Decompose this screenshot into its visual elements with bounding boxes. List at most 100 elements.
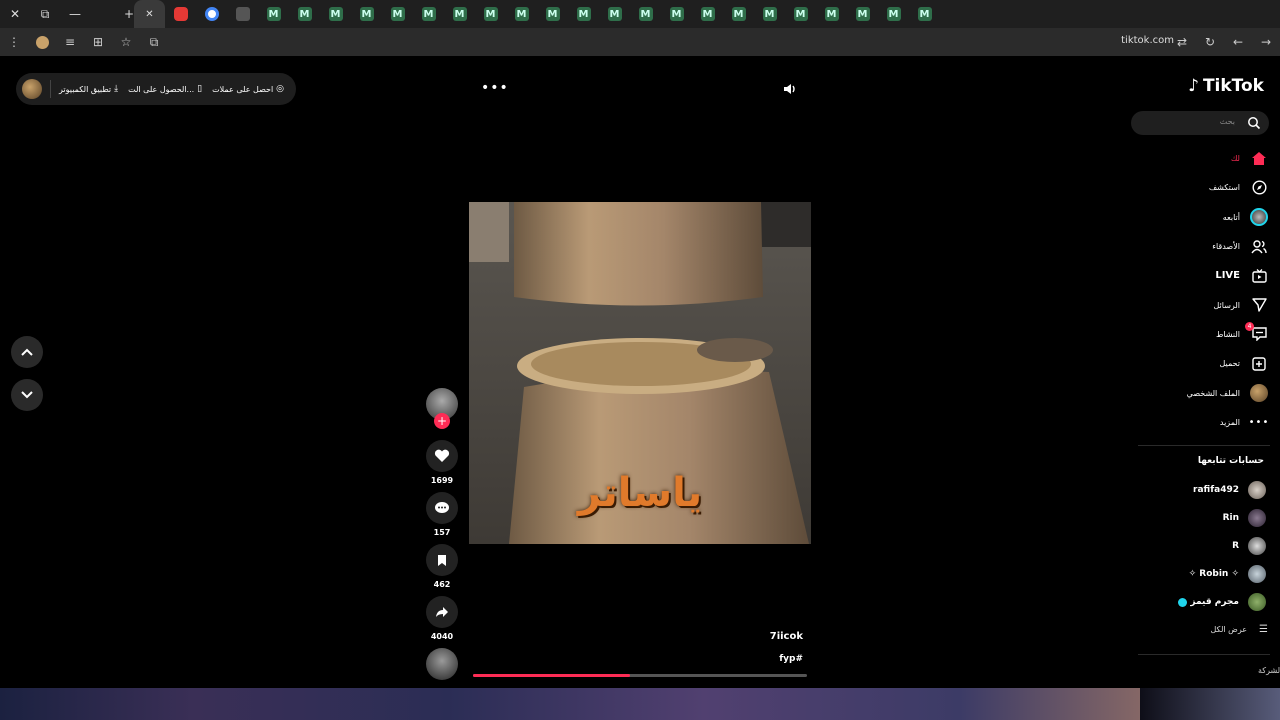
- browser-tab[interactable]: M: [351, 0, 382, 28]
- sidebar-item-profile-avatar[interactable]: الملف الشخصي: [1118, 378, 1268, 407]
- following-account-name: ✧ Robin ✧: [1188, 569, 1239, 579]
- sidebar-item-more[interactable]: المزيد •••: [1118, 408, 1268, 437]
- browser-tab[interactable]: M: [692, 0, 723, 28]
- forward-icon[interactable]: →: [1252, 28, 1280, 56]
- browser-tab[interactable]: M: [258, 0, 289, 28]
- browser-tab[interactable]: M: [630, 0, 661, 28]
- browser-tab[interactable]: M: [847, 0, 878, 28]
- following-account[interactable]: R: [1126, 532, 1266, 560]
- share-button[interactable]: [426, 596, 458, 628]
- desktop-app-label: تطبيق الكمبيوتر: [59, 84, 112, 94]
- search-placeholder: بحث: [1219, 117, 1235, 126]
- video-hashtags[interactable]: fyp#: [779, 654, 803, 664]
- sidebar-item-friends[interactable]: الأصدقاء: [1118, 232, 1268, 261]
- browser-tab[interactable]: M: [382, 0, 413, 28]
- search-icon[interactable]: [1247, 116, 1261, 130]
- more-options-icon[interactable]: •••: [481, 80, 509, 96]
- chevron-up-icon: [21, 348, 33, 356]
- new-tab-button[interactable]: +: [90, 0, 134, 28]
- top-actions-bar: تطبيق الكمبيوتر ⤓ الحصول على الت... ▯ اح…: [16, 73, 296, 105]
- chevron-down-icon: [21, 391, 33, 399]
- browser-tab[interactable]: M: [568, 0, 599, 28]
- video-progress-bar[interactable]: [473, 674, 807, 677]
- browser-tab[interactable]: M: [289, 0, 320, 28]
- browser-tab[interactable]: M: [444, 0, 475, 28]
- browser-tab[interactable]: M: [475, 0, 506, 28]
- previous-video-button[interactable]: [11, 336, 43, 368]
- sidebar-item-label: تحميل: [1219, 359, 1241, 369]
- bookmark-button[interactable]: [426, 544, 458, 576]
- sidebar-item-compass[interactable]: استكشف: [1118, 173, 1268, 202]
- follow-plus-button[interactable]: +: [434, 413, 450, 429]
- sound-icon[interactable]: [782, 82, 798, 96]
- next-video-button[interactable]: [11, 379, 43, 411]
- video-author[interactable]: 7iicok: [770, 631, 803, 642]
- following-account[interactable]: ✧ Robin ✧: [1126, 560, 1266, 588]
- tiktok-logo[interactable]: ♪ TikTok: [1188, 76, 1264, 96]
- browser-tab[interactable]: M: [599, 0, 630, 28]
- following-account-name: rafifa492: [1193, 485, 1239, 495]
- sidebar-item-label: الملف الشخصي: [1186, 388, 1240, 398]
- see-all-button[interactable]: عرض الكل ☰: [1210, 624, 1268, 635]
- get-app-button[interactable]: الحصول على الت... ▯: [128, 84, 202, 94]
- m-favicon-icon: M: [762, 7, 777, 21]
- sidebar-item-following-avatar[interactable]: أتابعه: [1118, 203, 1268, 232]
- sidebar-item-upload[interactable]: تحميل: [1118, 349, 1268, 378]
- browser-tab[interactable]: M: [413, 0, 444, 28]
- browser-tab[interactable]: M: [909, 0, 940, 28]
- browser-tab[interactable]: M: [754, 0, 785, 28]
- browser-tab[interactable]: M: [816, 0, 847, 28]
- url-text[interactable]: tiktok.com: [1121, 35, 1174, 46]
- back-icon[interactable]: ←: [1224, 28, 1252, 56]
- browser-tab[interactable]: M: [506, 0, 537, 28]
- close-tab-icon[interactable]: ✕: [145, 9, 153, 20]
- search-input[interactable]: بحث: [1131, 111, 1269, 135]
- browser-tab[interactable]: [227, 0, 258, 28]
- live-icon: [1250, 267, 1268, 285]
- browser-tab[interactable]: M: [320, 0, 351, 28]
- share-count: 4040: [430, 632, 454, 641]
- browser-tab[interactable]: M: [878, 0, 909, 28]
- tiktok-page: تطبيق الكمبيوتر ⤓ الحصول على الت... ▯ اح…: [0, 56, 1280, 688]
- restore-window-icon[interactable]: ⧉: [30, 0, 60, 28]
- browser-tab[interactable]: M: [723, 0, 754, 28]
- browser-tab[interactable]: [165, 0, 196, 28]
- company-link[interactable]: الشركة: [1258, 666, 1280, 675]
- bookmark-star-icon[interactable]: ☆: [112, 28, 140, 56]
- home-icon: [1250, 150, 1268, 168]
- more-icon: •••: [1248, 416, 1270, 428]
- browser-tab[interactable]: M: [661, 0, 692, 28]
- sidebar-item-home[interactable]: لك: [1118, 144, 1268, 173]
- browser-tab[interactable]: M: [537, 0, 568, 28]
- reading-list-icon[interactable]: ≡: [56, 28, 84, 56]
- like-button[interactable]: [426, 440, 458, 472]
- user-avatar[interactable]: [22, 79, 42, 99]
- sidebar-item-send[interactable]: الرسائل: [1118, 290, 1268, 319]
- comment-icon: [435, 502, 449, 513]
- profile-icon[interactable]: [28, 28, 56, 56]
- music-disc-avatar[interactable]: [426, 648, 458, 680]
- m-favicon-icon: M: [421, 7, 436, 21]
- close-window-icon[interactable]: ✕: [0, 0, 30, 28]
- extension-favicon-icon: [173, 7, 188, 21]
- comment-button[interactable]: [426, 492, 458, 524]
- active-tab[interactable]: ✕: [134, 0, 165, 28]
- reload-icon[interactable]: ↻: [1196, 28, 1224, 56]
- extensions-icon[interactable]: ⊞: [84, 28, 112, 56]
- browser-tab[interactable]: [196, 0, 227, 28]
- get-coins-button[interactable]: احصل على عملات ◎: [212, 84, 284, 94]
- video-player[interactable]: ياساتر: [469, 202, 811, 544]
- browser-tab[interactable]: M: [785, 0, 816, 28]
- install-app-icon[interactable]: ⧉: [140, 28, 168, 56]
- sidebar-item-label: الرسائل: [1213, 300, 1241, 310]
- menu-icon[interactable]: ⋮: [0, 28, 28, 56]
- following-account[interactable]: rafifa492: [1126, 476, 1266, 504]
- following-account[interactable]: Rin: [1126, 504, 1266, 532]
- sidebar-item-activity[interactable]: النشاط 4: [1118, 320, 1268, 349]
- sidebar-item-label: الأصدقاء: [1212, 242, 1240, 252]
- minimize-window-icon[interactable]: —: [60, 0, 90, 28]
- sidebar-item-live[interactable]: LIVE: [1118, 261, 1268, 290]
- site-settings-icon[interactable]: ⇄: [1168, 28, 1196, 56]
- desktop-app-button[interactable]: تطبيق الكمبيوتر ⤓: [59, 84, 118, 94]
- following-account[interactable]: مجرم قيمز: [1126, 588, 1266, 616]
